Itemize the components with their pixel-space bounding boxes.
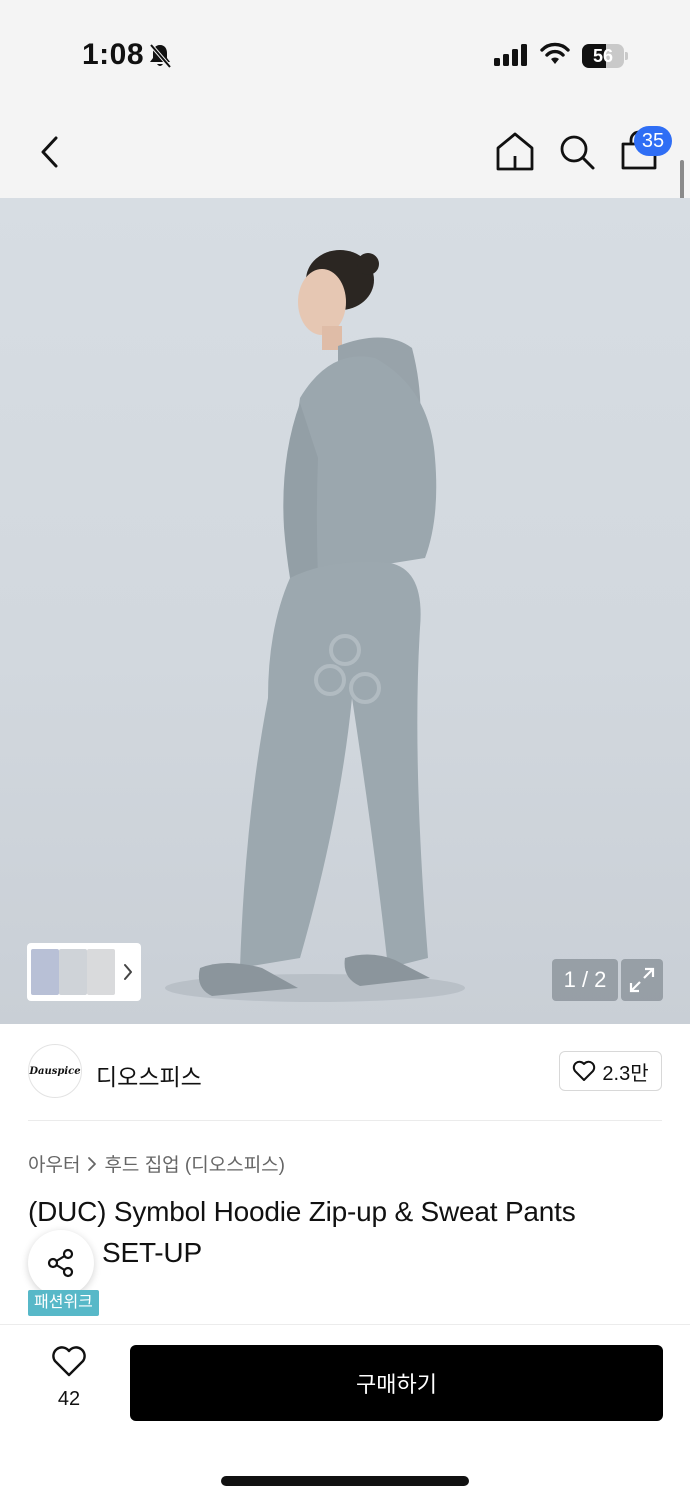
chevron-right-icon [88, 1156, 97, 1171]
event-badge: 패션위크 [28, 1290, 99, 1316]
product-photo-model [165, 250, 465, 1002]
search-button[interactable] [556, 130, 598, 174]
share-icon [47, 1248, 74, 1278]
thumbnail-1[interactable] [31, 949, 59, 995]
brand-like-count: 2.3만 [602, 1062, 649, 1085]
wishlist-button[interactable]: 42 [38, 1346, 100, 1420]
thumbnail-3[interactable] [87, 949, 115, 995]
divider [28, 1120, 662, 1121]
chevron-right-icon[interactable] [122, 962, 134, 982]
product-title-line-1: (DUC) Symbol Hoodie Zip-up & Sweat Pants [28, 1196, 576, 1227]
product-title-line-2: SET-UP [102, 1237, 202, 1268]
home-icon [496, 132, 534, 171]
cart-count-badge: 35 [634, 126, 672, 156]
bell-slash-icon [148, 43, 172, 74]
battery-indicator: 56 [582, 44, 628, 68]
breadcrumb-subcategory[interactable]: 후드 집업 (디오스피스) [104, 1150, 285, 1177]
home-indicator[interactable] [221, 1476, 469, 1486]
heart-icon [52, 1346, 86, 1377]
wishlist-count: 42 [57, 1388, 81, 1410]
expand-icon [629, 967, 655, 993]
brand-like-button[interactable]: 2.3만 [559, 1051, 662, 1091]
brand-row[interactable]: Dauspice 디오스피스 2.3만 [0, 1024, 690, 1120]
brand-name[interactable]: 디오스피스 [96, 1058, 202, 1092]
status-time: 1:08 [82, 38, 145, 71]
back-button[interactable] [30, 130, 70, 174]
brand-logo[interactable]: Dauspice [28, 1044, 82, 1098]
brand-logo-text: Dauspice [29, 1065, 81, 1077]
search-icon [560, 135, 595, 170]
breadcrumb: 아우터 후드 집업 (디오스피스) [28, 1150, 285, 1177]
battery-level: 56 [592, 46, 614, 66]
nav-bar [0, 110, 690, 198]
buy-button[interactable]: 구매하기 [130, 1345, 663, 1421]
breadcrumb-category[interactable]: 아우터 [28, 1150, 80, 1177]
share-button[interactable] [28, 1230, 94, 1296]
cellular-signal-icon [494, 44, 528, 71]
expand-button[interactable] [621, 959, 663, 1001]
image-counter: 1 / 2 [552, 959, 618, 1001]
status-bar: 1:08 56 [0, 0, 690, 110]
heart-icon [573, 1060, 596, 1081]
home-button[interactable] [494, 130, 536, 174]
thumbnail-2[interactable] [59, 949, 87, 995]
chevron-left-icon [41, 136, 58, 168]
wifi-icon [540, 42, 570, 71]
product-image[interactable] [0, 198, 690, 1024]
